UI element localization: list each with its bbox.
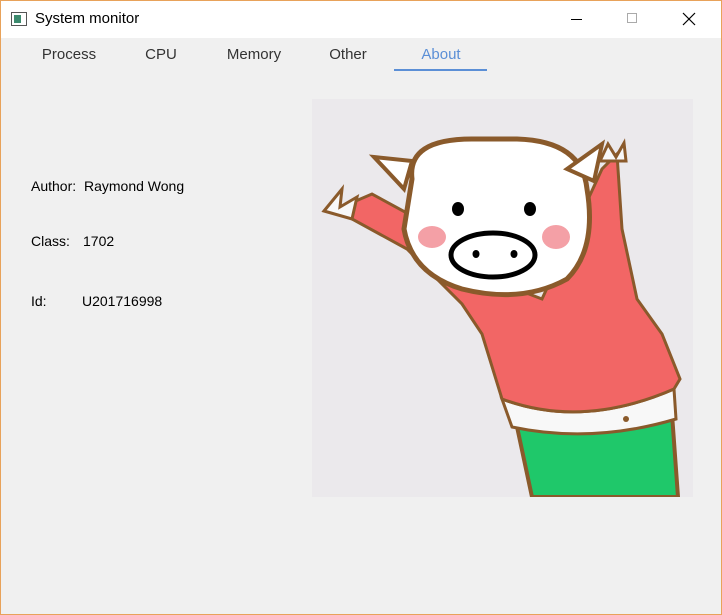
tab-memory[interactable]: Memory xyxy=(224,46,284,72)
maximize-button[interactable] xyxy=(609,1,655,38)
about-image xyxy=(312,99,693,499)
maximize-icon xyxy=(627,13,637,23)
minimize-icon xyxy=(571,19,582,20)
class-value: 1702 xyxy=(83,233,115,249)
window-title: System monitor xyxy=(35,10,140,27)
pig-cartoon-illustration xyxy=(321,136,682,499)
app-icon xyxy=(11,12,27,26)
tab-other[interactable]: Other xyxy=(326,46,370,72)
tab-cpu[interactable]: CPU xyxy=(143,46,179,72)
tab-bar: Process CPU Memory Other About xyxy=(1,38,721,72)
author-value: Raymond Wong xyxy=(84,178,185,194)
title-bar[interactable]: System monitor xyxy=(1,1,721,38)
minimize-button[interactable] xyxy=(553,1,599,38)
close-button[interactable] xyxy=(667,1,713,38)
tab-process[interactable]: Process xyxy=(41,46,97,72)
class-label: Class: xyxy=(31,233,70,249)
active-tab-indicator xyxy=(394,69,487,71)
id-value: U201716998 xyxy=(82,293,163,309)
close-icon xyxy=(682,12,696,26)
app-window: System monitor Process CPU Memory Other … xyxy=(0,0,722,615)
author-label: Author: xyxy=(31,178,77,194)
id-label: Id: xyxy=(31,293,47,309)
